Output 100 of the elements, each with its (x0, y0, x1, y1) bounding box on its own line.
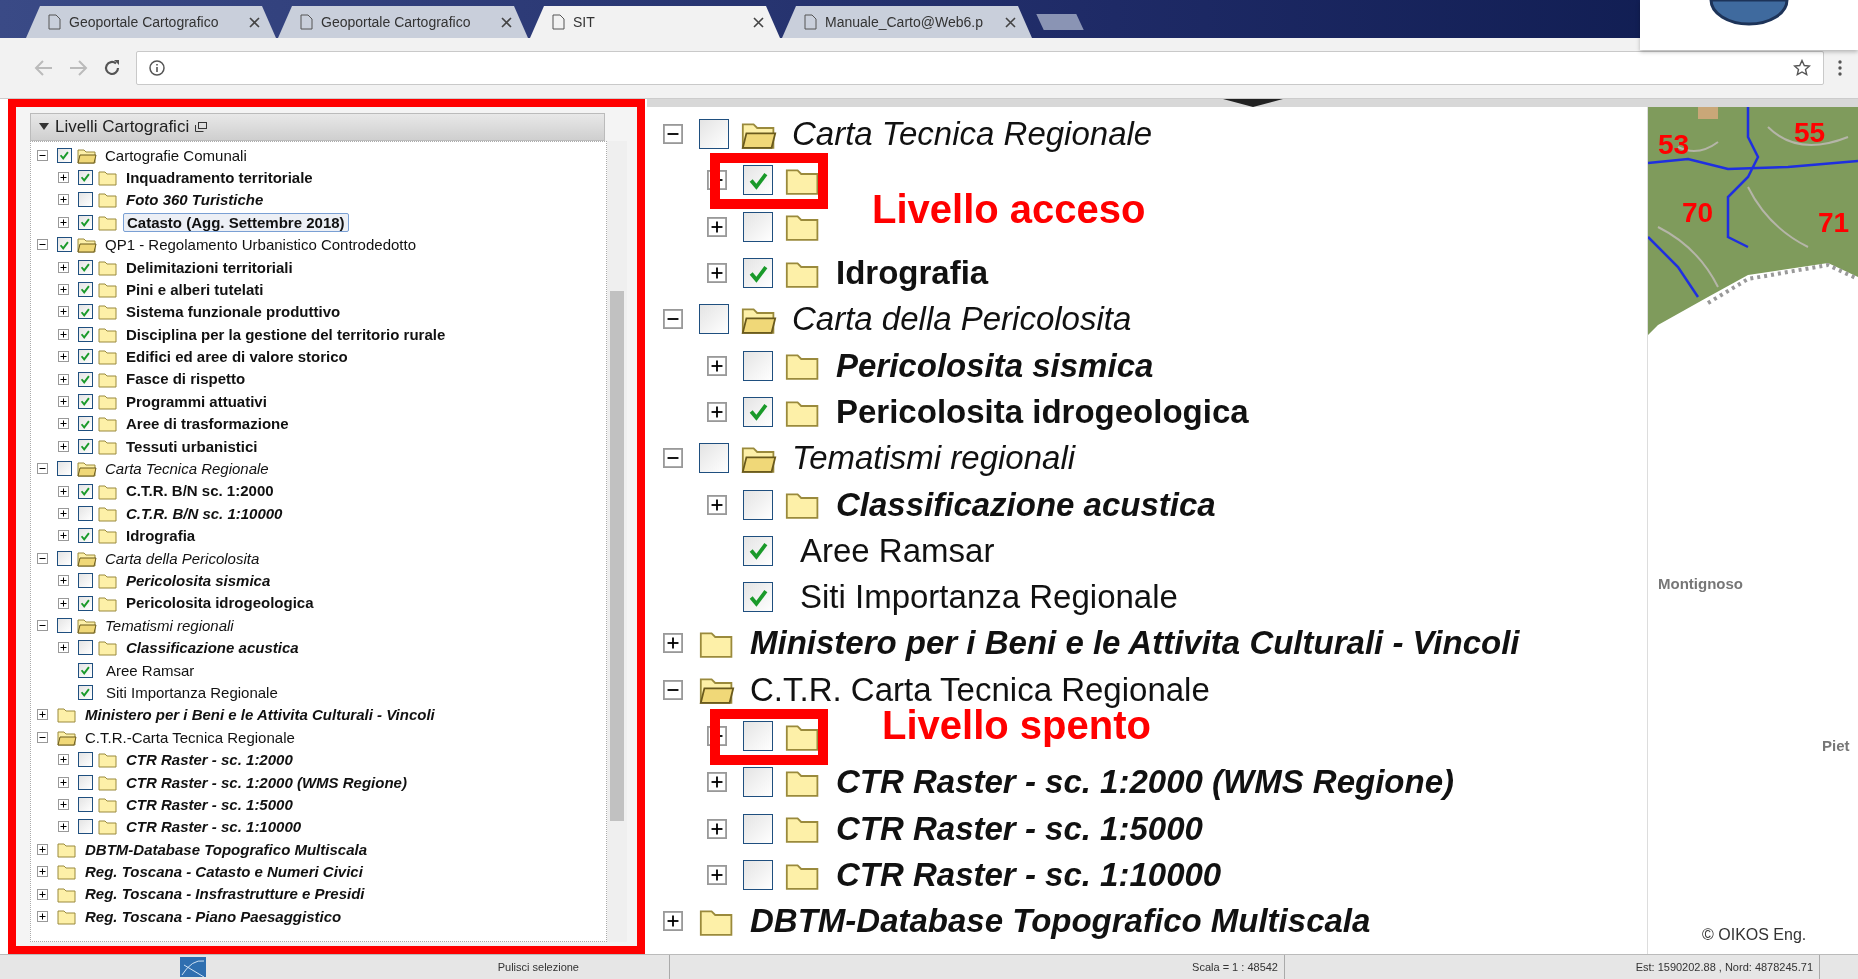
close-icon[interactable] (1005, 16, 1016, 28)
layer-label[interactable]: Siti Importanza Regionale (797, 578, 1181, 617)
expand-icon[interactable] (58, 799, 69, 810)
layer-checkbox[interactable] (743, 258, 773, 289)
layer-label[interactable]: Pericolosita sismica (833, 346, 1157, 385)
expand-icon[interactable] (37, 843, 48, 855)
layer-checkbox[interactable] (78, 326, 93, 342)
layer-label[interactable]: Pini e alberi tutelati (123, 280, 267, 299)
layer-label[interactable]: Tessuti urbanistici (123, 437, 261, 455)
layer-label[interactable]: CTR Raster - sc. 1:2000 (WMS Regione) (123, 773, 410, 791)
expand-icon[interactable] (37, 866, 48, 878)
layer-label[interactable]: C.T.R.-Carta Tecnica Regionale (82, 728, 298, 746)
browser-tab[interactable]: Geoportale Cartografico (26, 6, 276, 38)
collapse-icon[interactable] (37, 731, 48, 743)
expand-icon[interactable] (58, 328, 69, 340)
layer-label[interactable]: Aree Ramsar (797, 531, 998, 570)
scroll-thumb[interactable] (610, 291, 624, 821)
layer-checkbox[interactable] (743, 813, 773, 844)
clear-selection-link[interactable]: Pulisci selezione (497, 961, 579, 973)
layer-label[interactable]: Reg. Toscana - Insfrastrutture e Presidi (82, 885, 368, 903)
layer-checkbox[interactable] (78, 483, 93, 499)
menu-icon[interactable] (1838, 60, 1842, 76)
layer-label[interactable]: Catasto (Agg. Settembre 2018) (123, 212, 349, 232)
layer-checkbox[interactable] (78, 819, 93, 835)
layer-label[interactable]: CTR Raster - sc. 1:10000 (833, 855, 1225, 894)
layer-label[interactable]: CTR Raster - sc. 1:2000 (123, 751, 296, 769)
layer-label[interactable]: Idrografia (123, 527, 199, 545)
expand-icon[interactable] (58, 821, 69, 833)
collapse-icon[interactable] (663, 448, 683, 469)
layer-label[interactable]: Pericolosita idrogeologica (833, 392, 1252, 431)
layer-checkbox[interactable] (743, 211, 773, 242)
layer-label[interactable]: Sistema funzionale produttivo (123, 303, 344, 321)
layer-label[interactable]: Pericolosita idrogeologica (123, 594, 317, 612)
expand-icon[interactable] (58, 194, 69, 206)
layer-checkbox[interactable] (78, 394, 93, 409)
layer-checkbox[interactable] (78, 170, 93, 186)
layer-checkbox[interactable] (78, 304, 93, 320)
layer-checkbox[interactable] (78, 214, 93, 230)
layer-checkbox[interactable] (78, 685, 93, 701)
layer-checkbox[interactable] (743, 859, 773, 890)
collapse-icon[interactable] (37, 463, 48, 475)
layer-checkbox[interactable] (699, 304, 729, 335)
expand-icon[interactable] (58, 172, 69, 184)
layer-label[interactable]: Carta Tecnica Regionale (789, 115, 1156, 154)
browser-tab[interactable]: Geoportale Cartografico (278, 6, 528, 38)
layer-label[interactable]: CTR Raster - sc. 1:10000 (123, 818, 305, 836)
close-icon[interactable] (501, 16, 512, 28)
close-icon[interactable] (249, 16, 260, 28)
collapse-icon[interactable] (663, 309, 683, 330)
layer-label[interactable]: Foto 360 Turistiche (123, 191, 267, 209)
expand-icon[interactable] (37, 910, 48, 922)
layer-label[interactable]: Inquadramento territoriale (123, 168, 316, 187)
address-field[interactable] (136, 51, 1824, 85)
layer-label[interactable]: QP1 - Regolamento Urbanistico Controdedotto (102, 236, 419, 254)
layer-label[interactable]: DBTM-Database Topografico Multiscala (747, 902, 1374, 941)
layer-label[interactable]: Tematismi regionali (102, 616, 237, 634)
layer-checkbox[interactable] (78, 797, 93, 812)
layer-label[interactable]: Cartografie Comunali (102, 146, 250, 164)
layer-checkbox[interactable] (57, 147, 72, 163)
layer-checkbox[interactable] (78, 640, 93, 656)
layer-label[interactable]: DBTM-Database Topografico Multiscala (82, 840, 370, 858)
expand-icon[interactable] (58, 440, 69, 452)
layer-label[interactable]: Ministero per i Beni e le Attivita Culturali - Vincoli (82, 706, 438, 724)
expand-icon[interactable] (58, 754, 69, 766)
layer-label[interactable]: Siti Importanza Regionale (103, 683, 281, 702)
layer-checkbox[interactable] (78, 282, 93, 298)
expand-icon[interactable] (707, 216, 727, 237)
layer-checkbox[interactable] (78, 573, 93, 589)
layer-label[interactable]: Reg. Toscana - Catasto e Numeri Civici (82, 863, 366, 881)
layer-label[interactable]: Carta Tecnica Regionale (102, 460, 272, 478)
expand-icon[interactable] (58, 373, 69, 385)
layer-checkbox[interactable] (57, 461, 72, 477)
collapse-icon[interactable] (37, 619, 48, 631)
collapse-icon[interactable] (37, 149, 48, 161)
expand-icon[interactable] (707, 494, 727, 515)
expand-icon[interactable] (58, 642, 69, 654)
expand-icon[interactable] (37, 709, 48, 721)
expand-icon[interactable] (58, 418, 69, 430)
layer-label[interactable]: Pericolosita sismica (123, 572, 274, 590)
expand-icon[interactable] (58, 507, 69, 519)
layer-label[interactable]: C.T.R. B/N sc. 1:2000 (123, 482, 277, 500)
layer-label[interactable]: C.T.R. B/N sc. 1:10000 (123, 504, 286, 523)
popout-icon[interactable] (195, 122, 208, 132)
layer-checkbox[interactable] (78, 528, 93, 544)
reload-icon[interactable] (102, 58, 122, 78)
layer-label[interactable]: Edifici ed aree di valore storico (123, 348, 351, 366)
layer-label[interactable]: CTR Raster - sc. 1:5000 (123, 795, 296, 814)
layer-label[interactable]: Aree Ramsar (103, 661, 198, 679)
expand-icon[interactable] (58, 575, 69, 587)
collapse-icon[interactable] (663, 679, 683, 700)
expand-icon[interactable] (58, 396, 69, 407)
layer-label[interactable]: Reg. Toscana - Piano Paesaggistico (82, 907, 345, 926)
layer-checkbox[interactable] (57, 550, 72, 566)
layer-label[interactable]: Classificazione acustica (123, 639, 302, 657)
layer-label[interactable]: Aree di trasformazione (123, 415, 292, 433)
expand-icon[interactable] (707, 772, 727, 793)
layer-checkbox[interactable] (743, 767, 773, 798)
layer-checkbox[interactable] (78, 259, 93, 275)
layer-label[interactable]: Carta della Pericolosita (102, 549, 263, 567)
layer-label[interactable]: CTR Raster - sc. 1:5000 (833, 809, 1206, 848)
